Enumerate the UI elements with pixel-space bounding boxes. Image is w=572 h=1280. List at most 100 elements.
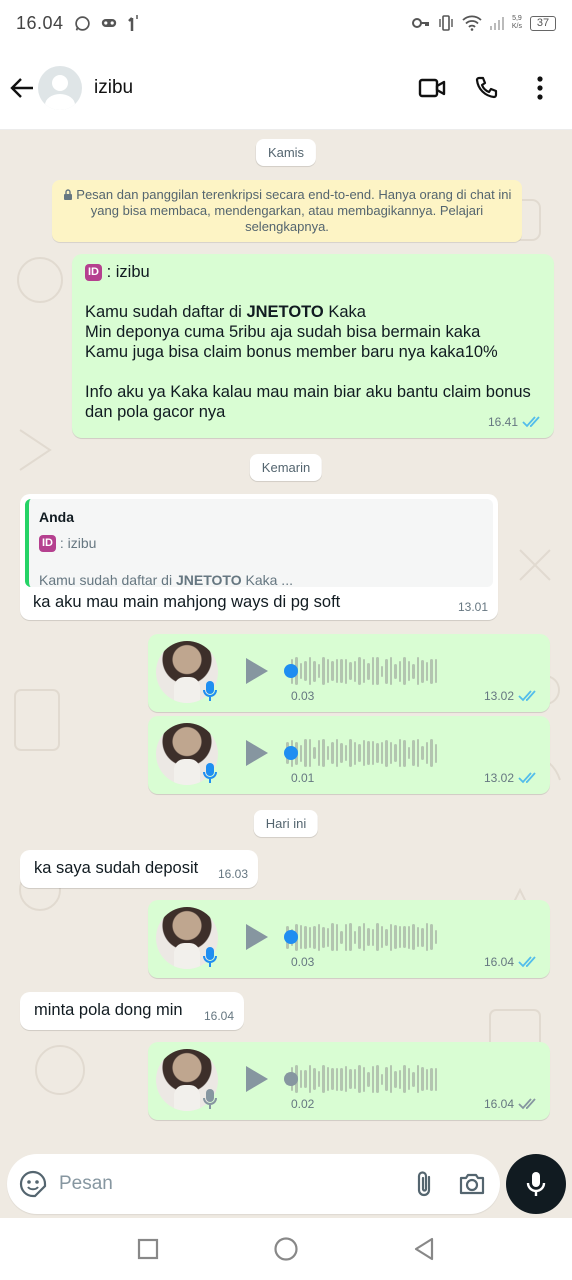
voice-message[interactable]: 0.03 13.02 (148, 634, 550, 712)
video-call-button[interactable] (408, 64, 456, 112)
waveform-bar (434, 1067, 437, 1091)
message-input-container[interactable] (7, 1154, 500, 1214)
waveform-bar (317, 740, 320, 766)
record-voice-button[interactable] (506, 1154, 566, 1214)
waveform-bar (313, 1068, 316, 1090)
waveform-bar (389, 742, 392, 764)
double-check-read-icon (518, 690, 536, 702)
key-icon (411, 18, 429, 28)
waveform-bar (362, 923, 365, 951)
waveform-bar (326, 746, 329, 760)
message-time: 16.41 (487, 415, 518, 429)
waveform-bar (340, 1067, 343, 1091)
waveform[interactable] (286, 738, 437, 768)
waveform-bar (335, 1067, 338, 1091)
message-bubble-outgoing[interactable]: ID : izibu Kamu sudah daftar di JNETOTO … (72, 254, 554, 438)
waveform-bar (340, 930, 343, 944)
message-bubble-incoming[interactable]: minta pola dong min 16.04 (20, 992, 244, 1030)
voice-message[interactable]: 0.03 16.04 (148, 900, 550, 978)
chat-area[interactable]: Kamis Pesan dan panggilan terenkripsi se… (0, 130, 572, 1152)
waveform-bar (299, 925, 302, 949)
playback-position-dot[interactable] (284, 746, 298, 760)
waveform-bar (344, 745, 347, 761)
message-time: 16.04 (483, 1097, 514, 1111)
video-camera-icon (418, 78, 446, 97)
voice-duration: 0.02 (291, 1097, 315, 1111)
microphone-icon (203, 947, 217, 967)
waveform-bar (367, 662, 370, 680)
phone-icon (475, 76, 498, 98)
message-time: 13.01 (457, 600, 488, 614)
waveform-bar (376, 657, 379, 685)
waveform-bar (407, 747, 410, 759)
back-nav-button[interactable] (413, 1237, 435, 1261)
voice-call-button[interactable] (462, 64, 510, 112)
waveform-bar (331, 923, 334, 951)
signal-icon (489, 17, 504, 30)
waveform[interactable] (286, 656, 437, 686)
microphone-icon (203, 681, 217, 701)
waveform-bar (304, 739, 307, 767)
waveform-bar (398, 1069, 401, 1089)
waveform-bar (326, 1067, 329, 1091)
playback-position-dot[interactable] (284, 664, 298, 678)
sticker-icon[interactable] (19, 1170, 47, 1198)
waveform-bar (371, 928, 374, 946)
waveform-bar (403, 926, 406, 948)
waveform-bar (353, 930, 356, 944)
network-speed: 5,9 K/s (511, 15, 522, 30)
play-button[interactable] (244, 922, 270, 952)
compose-bar (0, 1152, 572, 1218)
camera-icon[interactable] (458, 1172, 486, 1196)
message-bubble-incoming[interactable]: Anda ID : izibu Kamu sudah daftar di JNE… (20, 494, 498, 620)
waveform-bar (322, 739, 325, 767)
waveform-bar (389, 1065, 392, 1093)
contact-avatar[interactable] (38, 65, 82, 110)
date-separator: Kemarin (249, 454, 323, 481)
waveform-bar (344, 1066, 347, 1092)
play-button[interactable] (244, 656, 270, 686)
waveform-bar (353, 1069, 356, 1089)
encryption-notice[interactable]: Pesan dan panggilan terenkripsi secara e… (52, 180, 522, 242)
lock-icon (63, 189, 72, 200)
play-button[interactable] (244, 738, 270, 768)
waveform-bar (385, 739, 388, 767)
playback-position-dot[interactable] (284, 930, 298, 944)
playback-position-dot[interactable] (284, 1072, 298, 1086)
play-button[interactable] (244, 1064, 270, 1094)
more-options-button[interactable] (516, 64, 564, 112)
waveform-bar (358, 657, 361, 685)
home-button[interactable] (273, 1236, 299, 1262)
message-bubble-incoming[interactable]: ka saya sudah deposit 16.03 (20, 850, 258, 888)
contact-name[interactable]: izibu (94, 77, 402, 99)
attach-icon[interactable] (414, 1170, 436, 1198)
voice-message[interactable]: 0.02 16.04 (148, 1042, 550, 1120)
waveform-bar (367, 1071, 370, 1087)
waveform-bar (407, 661, 410, 681)
voice-message[interactable]: 0.01 13.02 (148, 716, 550, 794)
waveform-bar (430, 924, 433, 950)
waveform-bar (317, 923, 320, 951)
waveform[interactable] (286, 922, 437, 952)
waveform-bar (421, 659, 424, 683)
waveform-bar (425, 1068, 428, 1090)
recents-button[interactable] (137, 1238, 159, 1260)
waveform-bar (371, 657, 374, 685)
waveform[interactable] (286, 1064, 437, 1094)
waveform-bar (358, 744, 361, 762)
waveform-bar (299, 744, 302, 762)
waveform-bar (425, 661, 428, 681)
waveform-bar (421, 927, 424, 947)
back-button[interactable] (10, 73, 34, 103)
waveform-bar (335, 739, 338, 767)
waveform-bar (344, 923, 347, 951)
waveform-bar (362, 740, 365, 766)
waveform-bar (331, 661, 334, 681)
quoted-message[interactable]: Anda ID : izibu Kamu sudah daftar di JNE… (25, 499, 493, 588)
message-time: 16.04 (483, 955, 514, 969)
waveform-bar (430, 739, 433, 767)
waveform-bar (412, 924, 415, 950)
message-input[interactable] (59, 1173, 414, 1195)
waveform-bar (398, 926, 401, 948)
waveform-bar (349, 739, 352, 767)
